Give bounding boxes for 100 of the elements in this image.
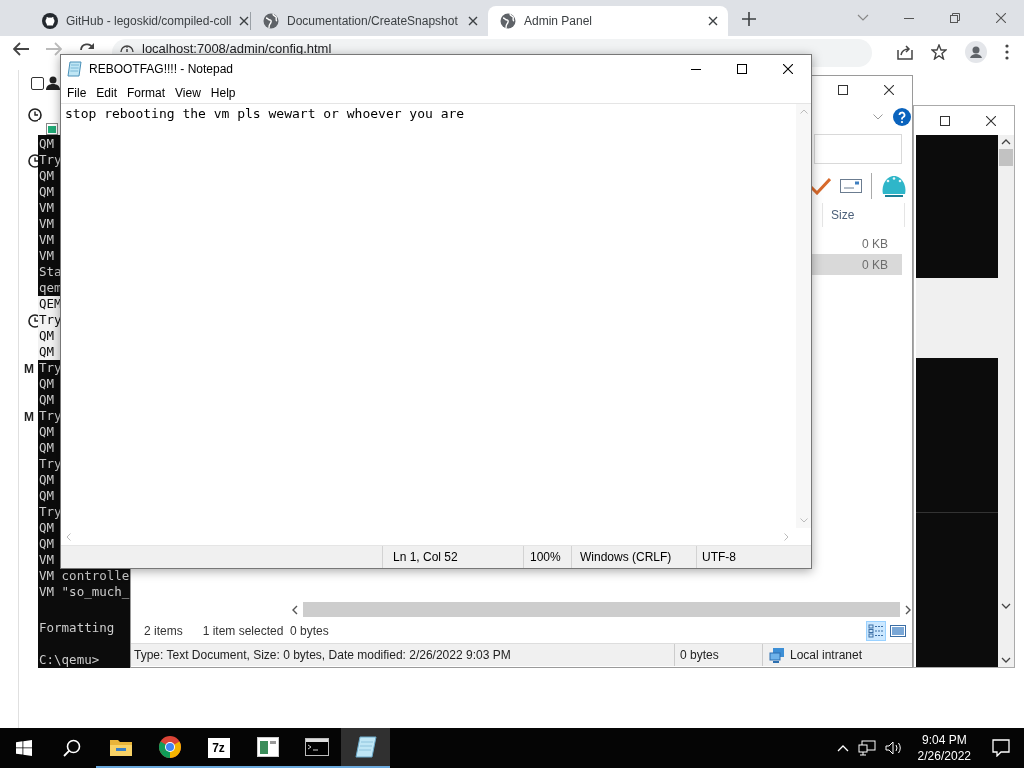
status-item: 100% <box>530 550 561 564</box>
github-icon <box>42 13 58 29</box>
preview-view-icon[interactable] <box>890 624 906 637</box>
close-icon[interactable] <box>468 16 478 26</box>
console-prompt: C:\qemu> <box>38 652 100 668</box>
browser-tab[interactable]: Admin Panel <box>488 6 728 36</box>
status-item: Ln 1, Col 52 <box>393 550 458 564</box>
console-line: VM <box>38 200 55 216</box>
window-icon[interactable] <box>256 737 279 757</box>
console-line: QM <box>38 136 55 152</box>
maximize-icon[interactable] <box>940 115 950 126</box>
network-icon[interactable] <box>857 740 876 756</box>
selection-info: 1 item selected 0 bytes <box>202 623 329 638</box>
maximize-icon[interactable] <box>838 85 848 95</box>
console-line: Try <box>38 408 62 424</box>
scroll-down-icon[interactable] <box>1001 657 1011 663</box>
scroll-down-icon[interactable] <box>1001 603 1011 609</box>
console-line: QM <box>38 184 55 200</box>
profile-icon[interactable] <box>965 41 987 63</box>
close-icon[interactable] <box>783 64 793 74</box>
maximize-icon[interactable] <box>737 64 747 74</box>
console-line: Formatting <box>38 620 115 636</box>
clock-icon <box>28 108 42 122</box>
console-line: QM <box>38 472 55 488</box>
section-letter: M <box>24 361 34 377</box>
network-zone-icon <box>769 647 785 663</box>
section-letter: M <box>24 409 34 425</box>
close-icon[interactable] <box>239 16 250 26</box>
globe-icon <box>500 13 516 29</box>
status-size: 0 bytes <box>680 648 719 662</box>
reload-icon[interactable] <box>79 42 95 52</box>
console-line: QM <box>38 520 55 536</box>
menu-item[interactable]: View <box>170 83 206 103</box>
taskbar-button[interactable] <box>341 728 390 768</box>
menu-item[interactable]: File <box>62 83 92 103</box>
volume-icon[interactable] <box>884 740 903 756</box>
notepad-icon <box>67 61 82 77</box>
shell-icon[interactable] <box>881 174 907 198</box>
restore-icon[interactable] <box>950 13 960 23</box>
person-icon <box>46 76 60 90</box>
console-line: VM "so_much_ <box>38 584 130 600</box>
status-item: UTF-8 <box>702 550 736 564</box>
close-icon[interactable] <box>884 85 894 95</box>
zone-label: Local intranet <box>790 648 863 662</box>
console-line: QM <box>38 488 55 504</box>
browser-icon[interactable] <box>157 735 182 759</box>
close-icon[interactable] <box>986 115 996 126</box>
scroll-right-icon[interactable] <box>904 604 912 615</box>
scrollbar-thumb[interactable] <box>999 149 1013 166</box>
console-line: Try <box>38 504 62 520</box>
checkbox[interactable] <box>31 76 44 90</box>
globe-icon <box>263 13 279 29</box>
menu-item[interactable]: Edit <box>91 83 123 103</box>
console-line: QM <box>38 536 55 552</box>
browser-tab[interactable]: Documentation/CreateSnapshot <box>251 6 488 36</box>
notification-icon[interactable] <box>992 739 1010 757</box>
console-line: QM <box>38 376 55 392</box>
scroll-up-icon[interactable] <box>1001 139 1011 145</box>
start-icon[interactable] <box>16 740 32 756</box>
search-icon[interactable] <box>63 739 81 757</box>
new-tab-icon[interactable] <box>742 12 756 26</box>
chevron-down-icon[interactable] <box>857 14 869 22</box>
scroll-left-icon[interactable] <box>291 604 299 615</box>
menu-item[interactable]: Help <box>205 83 241 103</box>
folder-icon[interactable] <box>108 737 133 757</box>
chevron-up-icon[interactable] <box>836 744 849 752</box>
file-size-cell[interactable]: 0 KB <box>812 233 902 254</box>
search-field[interactable] <box>814 134 902 164</box>
chevron-down-icon[interactable] <box>873 113 883 120</box>
check-icon[interactable] <box>809 177 831 195</box>
star-icon[interactable] <box>931 44 947 60</box>
console-line: VM <box>38 552 55 568</box>
console-line: Try <box>38 360 62 376</box>
terminal-icon[interactable] <box>304 738 329 756</box>
close-icon[interactable] <box>708 16 718 26</box>
details-view-icon[interactable] <box>868 623 884 638</box>
console-line: VM controlle <box>38 568 130 584</box>
file-size-cell[interactable]: 0 KB <box>812 254 902 275</box>
share-icon[interactable] <box>897 44 913 60</box>
console-line: Try <box>38 456 62 472</box>
status-item: Windows (CRLF) <box>580 550 672 564</box>
console-line: QM <box>38 168 55 184</box>
help-icon[interactable] <box>893 107 911 126</box>
taskbar-button[interactable]: 7z <box>194 728 243 768</box>
notepad-icon[interactable] <box>354 736 377 758</box>
console-line: QM <box>38 424 55 440</box>
console-line: Sta <box>38 264 62 280</box>
back-arrow-icon[interactable] <box>13 42 29 56</box>
console-line: VM <box>38 216 55 232</box>
envelope-icon[interactable] <box>840 179 862 193</box>
menu-icon[interactable] <box>1005 44 1009 60</box>
status-text: Type: Text Document, Size: 0 bytes, Date modified: 2/26/2022 9:03 PM <box>133 648 512 662</box>
menu-item[interactable]: Format <box>122 83 171 103</box>
console-line: QM <box>38 392 55 408</box>
console-line: Try <box>38 152 62 168</box>
column-header[interactable]: Size <box>822 203 905 227</box>
console-line: QM <box>38 440 55 456</box>
scrollbar-thumb[interactable] <box>303 602 900 617</box>
browser-tab[interactable]: GitHub - legoskid/compiled-coll <box>30 6 250 36</box>
clock[interactable]: 9:04 PM 2/26/2022 <box>917 732 971 764</box>
